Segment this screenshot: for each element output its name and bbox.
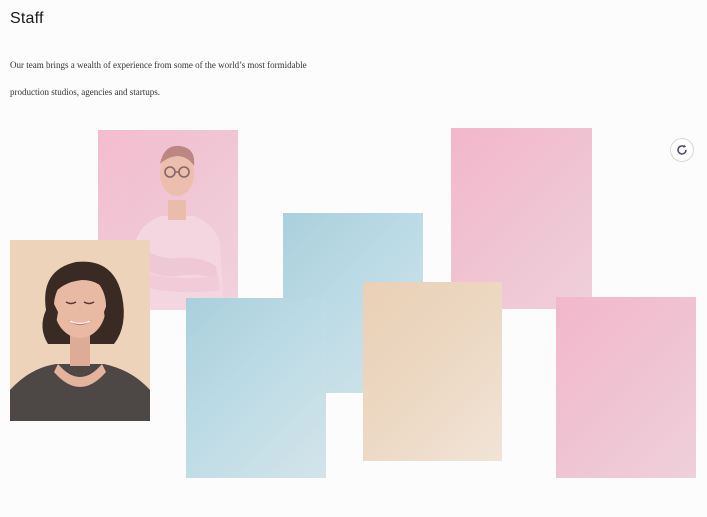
page-description: Our team brings a wealth of experience f… — [10, 60, 307, 97]
staff-card-blue-bottom[interactable] — [186, 298, 326, 478]
refresh-icon — [677, 144, 687, 155]
page-title: Staff — [10, 10, 44, 27]
staff-photo-woman — [10, 261, 150, 421]
staff-card-pink-bottom-right[interactable] — [556, 297, 696, 478]
refresh-button[interactable] — [670, 138, 694, 162]
staff-card-woman-smiling[interactable] — [10, 240, 150, 421]
staff-card-peach-center[interactable] — [363, 282, 502, 461]
